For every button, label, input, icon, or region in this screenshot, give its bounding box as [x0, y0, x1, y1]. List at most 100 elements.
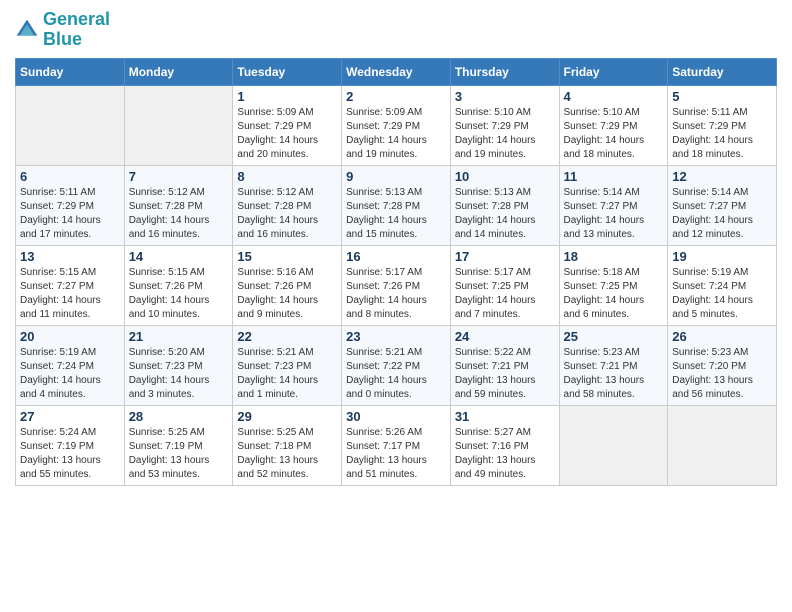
day-details: Sunrise: 5:11 AMSunset: 7:29 PMDaylight:… [672, 106, 772, 162]
day-number: 5 [672, 89, 772, 104]
calendar-cell: 30 Sunrise: 5:26 AMSunset: 7:17 PMDayligh… [342, 405, 451, 485]
day-details: Sunrise: 5:26 AMSunset: 7:17 PMDaylight:… [346, 426, 446, 482]
day-number: 3 [455, 89, 555, 104]
day-details: Sunrise: 5:14 AMSunset: 7:27 PMDaylight:… [672, 186, 772, 242]
day-number: 29 [237, 409, 337, 424]
calendar-cell: 24 Sunrise: 5:22 AMSunset: 7:21 PMDayligh… [450, 325, 559, 405]
day-number: 4 [564, 89, 664, 104]
calendar-cell: 26 Sunrise: 5:23 AMSunset: 7:20 PMDayligh… [668, 325, 777, 405]
calendar-cell: 4 Sunrise: 5:10 AMSunset: 7:29 PMDaylight… [559, 85, 668, 165]
day-number: 20 [20, 329, 120, 344]
calendar-cell: 1 Sunrise: 5:09 AMSunset: 7:29 PMDaylight… [233, 85, 342, 165]
day-number: 7 [129, 169, 229, 184]
day-details: Sunrise: 5:09 AMSunset: 7:29 PMDaylight:… [346, 106, 446, 162]
day-details: Sunrise: 5:27 AMSunset: 7:16 PMDaylight:… [455, 426, 555, 482]
calendar-cell: 23 Sunrise: 5:21 AMSunset: 7:22 PMDayligh… [342, 325, 451, 405]
calendar-cell: 18Sunrise: 5:18 AMSunset: 7:25 PMDayligh… [559, 245, 668, 325]
day-details: Sunrise: 5:14 AMSunset: 7:27 PMDaylight:… [564, 186, 664, 242]
day-number: 18 [564, 249, 664, 264]
logo-text: General Blue [43, 10, 110, 50]
day-of-week-header: Saturday [668, 58, 777, 85]
day-details: Sunrise: 5:21 AMSunset: 7:23 PMDaylight:… [237, 346, 337, 402]
calendar-cell: 6 Sunrise: 5:11 AMSunset: 7:29 PMDaylight… [16, 165, 125, 245]
day-details: Sunrise: 5:23 AMSunset: 7:21 PMDaylight:… [564, 346, 664, 402]
calendar-cell: 9Sunrise: 5:13 AMSunset: 7:28 PMDaylight… [342, 165, 451, 245]
calendar-cell: 29 Sunrise: 5:25 AMSunset: 7:18 PMDayligh… [233, 405, 342, 485]
calendar-cell: 16 Sunrise: 5:17 AMSunset: 7:26 PMDayligh… [342, 245, 451, 325]
day-details: Sunrise: 5:13 AMSunset: 7:28 PMDaylight:… [455, 186, 555, 242]
day-number: 13 [20, 249, 120, 264]
calendar-cell: 13 Sunrise: 5:15 AMSunset: 7:27 PMDayligh… [16, 245, 125, 325]
calendar-cell: 22 Sunrise: 5:21 AMSunset: 7:23 PMDayligh… [233, 325, 342, 405]
page-header: General Blue [15, 10, 777, 50]
calendar-cell: 31 Sunrise: 5:27 AMSunset: 7:16 PMDayligh… [450, 405, 559, 485]
day-details: Sunrise: 5:25 AMSunset: 7:19 PMDaylight:… [129, 426, 229, 482]
day-number: 25 [564, 329, 664, 344]
calendar-cell: 11 Sunrise: 5:14 AMSunset: 7:27 PMDayligh… [559, 165, 668, 245]
calendar-cell: 14 Sunrise: 5:15 AMSunset: 7:26 PMDayligh… [124, 245, 233, 325]
day-details: Sunrise: 5:17 AMSunset: 7:26 PMDaylight:… [346, 266, 446, 322]
day-number: 15 [237, 249, 337, 264]
day-number: 17 [455, 249, 555, 264]
day-of-week-header: Tuesday [233, 58, 342, 85]
day-of-week-header: Friday [559, 58, 668, 85]
day-of-week-header: Wednesday [342, 58, 451, 85]
day-details: Sunrise: 5:19 AMSunset: 7:24 PMDaylight:… [672, 266, 772, 322]
day-details: Sunrise: 5:20 AMSunset: 7:23 PMDaylight:… [129, 346, 229, 402]
day-details: Sunrise: 5:12 AMSunset: 7:28 PMDaylight:… [129, 186, 229, 242]
day-number: 31 [455, 409, 555, 424]
day-number: 22 [237, 329, 337, 344]
calendar-cell: 20Sunrise: 5:19 AMSunset: 7:24 PMDayligh… [16, 325, 125, 405]
day-number: 16 [346, 249, 446, 264]
day-details: Sunrise: 5:10 AMSunset: 7:29 PMDaylight:… [455, 106, 555, 162]
calendar-cell: 7 Sunrise: 5:12 AMSunset: 7:28 PMDaylight… [124, 165, 233, 245]
day-number: 19 [672, 249, 772, 264]
day-details: Sunrise: 5:22 AMSunset: 7:21 PMDaylight:… [455, 346, 555, 402]
day-of-week-header: Thursday [450, 58, 559, 85]
day-number: 11 [564, 169, 664, 184]
logo: General Blue [15, 10, 110, 50]
day-number: 14 [129, 249, 229, 264]
day-of-week-header: Monday [124, 58, 233, 85]
calendar-cell: 8 Sunrise: 5:12 AMSunset: 7:28 PMDaylight… [233, 165, 342, 245]
day-number: 1 [237, 89, 337, 104]
day-number: 26 [672, 329, 772, 344]
calendar-cell: 15 Sunrise: 5:16 AMSunset: 7:26 PMDayligh… [233, 245, 342, 325]
day-details: Sunrise: 5:11 AMSunset: 7:29 PMDaylight:… [20, 186, 120, 242]
day-number: 8 [237, 169, 337, 184]
day-number: 27 [20, 409, 120, 424]
day-details: Sunrise: 5:15 AMSunset: 7:26 PMDaylight:… [129, 266, 229, 322]
day-number: 28 [129, 409, 229, 424]
day-number: 23 [346, 329, 446, 344]
day-number: 2 [346, 89, 446, 104]
day-details: Sunrise: 5:12 AMSunset: 7:28 PMDaylight:… [237, 186, 337, 242]
calendar-cell [16, 85, 125, 165]
calendar-cell [668, 405, 777, 485]
calendar-cell: 12 Sunrise: 5:14 AMSunset: 7:27 PMDayligh… [668, 165, 777, 245]
calendar-cell: 19 Sunrise: 5:19 AMSunset: 7:24 PMDayligh… [668, 245, 777, 325]
day-number: 6 [20, 169, 120, 184]
logo-icon [15, 18, 39, 42]
day-number: 12 [672, 169, 772, 184]
day-number: 9 [346, 169, 446, 184]
calendar-cell: 2 Sunrise: 5:09 AMSunset: 7:29 PMDaylight… [342, 85, 451, 165]
day-details: Sunrise: 5:25 AMSunset: 7:18 PMDaylight:… [237, 426, 337, 482]
calendar-cell [124, 85, 233, 165]
day-details: Sunrise: 5:23 AMSunset: 7:20 PMDaylight:… [672, 346, 772, 402]
day-details: Sunrise: 5:16 AMSunset: 7:26 PMDaylight:… [237, 266, 337, 322]
day-number: 10 [455, 169, 555, 184]
calendar-cell [559, 405, 668, 485]
calendar-cell: 28 Sunrise: 5:25 AMSunset: 7:19 PMDayligh… [124, 405, 233, 485]
day-details: Sunrise: 5:21 AMSunset: 7:22 PMDaylight:… [346, 346, 446, 402]
day-number: 24 [455, 329, 555, 344]
day-of-week-header: Sunday [16, 58, 125, 85]
day-number: 30 [346, 409, 446, 424]
day-details: Sunrise: 5:10 AMSunset: 7:29 PMDaylight:… [564, 106, 664, 162]
day-details: Sunrise: 5:09 AMSunset: 7:29 PMDaylight:… [237, 106, 337, 162]
calendar-cell: 27Sunrise: 5:24 AMSunset: 7:19 PMDayligh… [16, 405, 125, 485]
calendar-cell: 17Sunrise: 5:17 AMSunset: 7:25 PMDayligh… [450, 245, 559, 325]
calendar-cell: 3 Sunrise: 5:10 AMSunset: 7:29 PMDaylight… [450, 85, 559, 165]
day-details: Sunrise: 5:15 AMSunset: 7:27 PMDaylight:… [20, 266, 120, 322]
calendar-cell: 5 Sunrise: 5:11 AMSunset: 7:29 PMDaylight… [668, 85, 777, 165]
calendar-table: SundayMondayTuesdayWednesdayThursdayFrid… [15, 58, 777, 486]
